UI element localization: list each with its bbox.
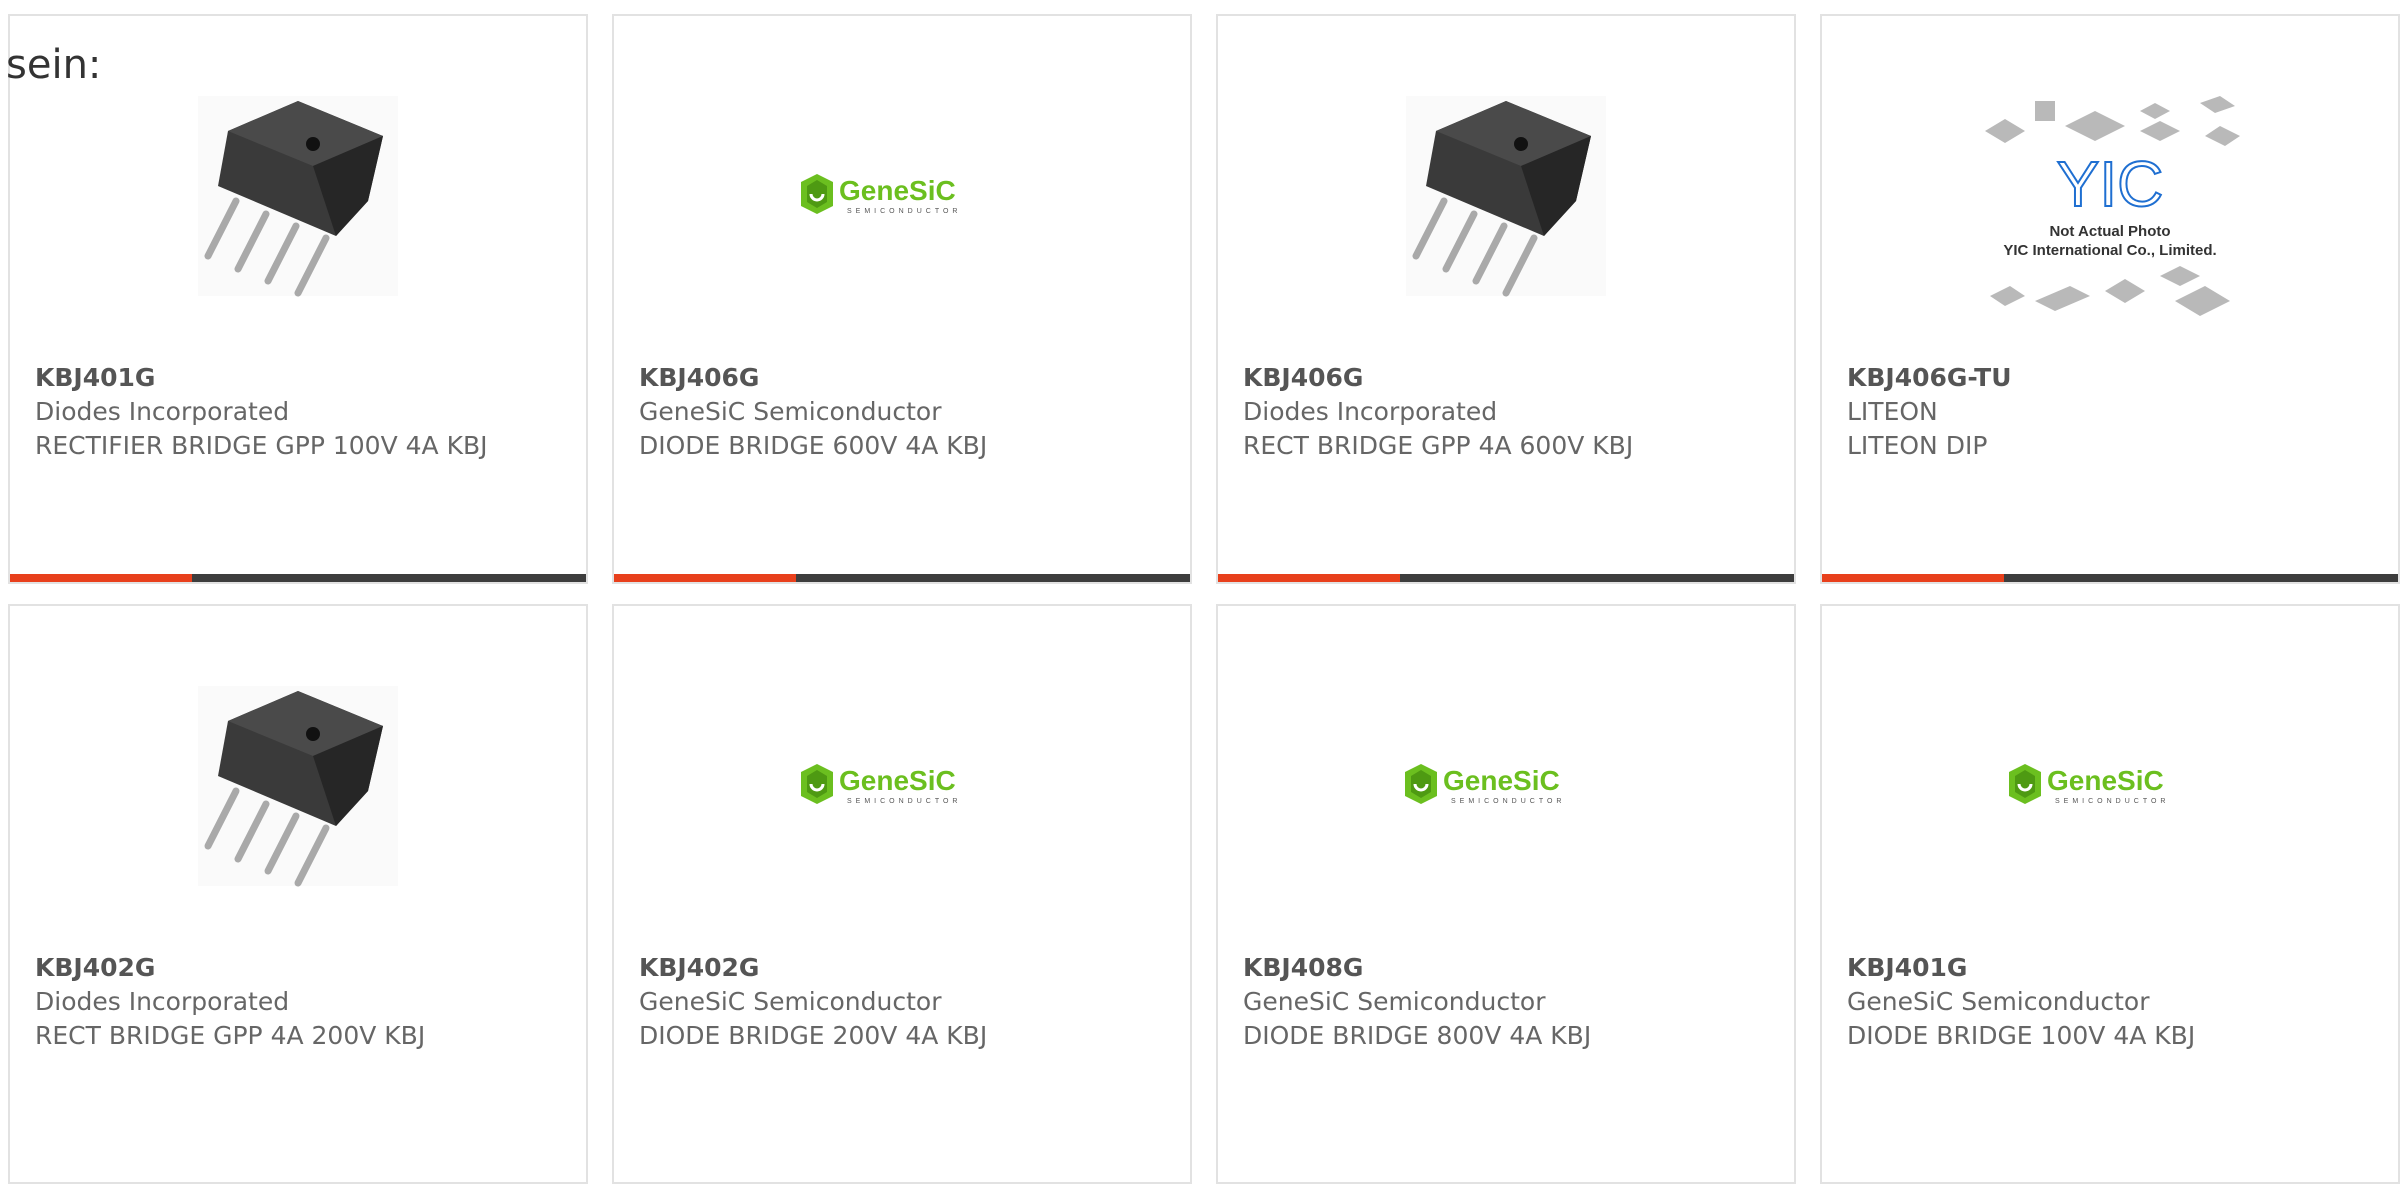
part-number[interactable]: KBJ406G-TU bbox=[1847, 361, 2368, 395]
stray-text: sein: bbox=[6, 42, 102, 88]
manufacturer: Diodes Incorporated bbox=[35, 397, 290, 426]
description: LITEON DIP bbox=[1847, 431, 1988, 460]
card-underline-accent bbox=[10, 574, 192, 582]
product-info: KBJ402G Diodes Incorporated RECT BRIDGE … bbox=[35, 951, 556, 1053]
card-underline-accent bbox=[1822, 574, 2004, 582]
svg-text:GeneSiC: GeneSiC bbox=[839, 175, 956, 206]
description: DIODE BRIDGE 200V 4A KBJ bbox=[639, 1021, 988, 1050]
card-underline bbox=[1218, 574, 1794, 582]
svg-text:SEMICONDUCTOR: SEMICONDUCTOR bbox=[2055, 798, 2169, 805]
description: DIODE BRIDGE 600V 4A KBJ bbox=[639, 431, 988, 460]
product-info: KBJ406G GeneSiC Semiconductor DIODE BRID… bbox=[639, 361, 1160, 463]
product-card[interactable]: KBJ402G Diodes Incorporated RECT BRIDGE … bbox=[8, 604, 588, 1184]
manufacturer: GeneSiC Semiconductor bbox=[1243, 987, 1546, 1016]
product-card[interactable]: GeneSiC SEMICONDUCTOR KBJ401G GeneSiC Se… bbox=[1820, 604, 2400, 1184]
kbj-package-icon bbox=[198, 686, 398, 887]
product-info: KBJ401G Diodes Incorporated RECTIFIER BR… bbox=[35, 361, 556, 463]
part-number[interactable]: KBJ406G bbox=[1243, 361, 1764, 395]
kbj-package-icon bbox=[198, 96, 398, 297]
product-image: GeneSiC SEMICONDUCTOR bbox=[614, 666, 1190, 906]
svg-text:SEMICONDUCTOR: SEMICONDUCTOR bbox=[847, 798, 961, 805]
description: DIODE BRIDGE 800V 4A KBJ bbox=[1243, 1021, 1592, 1050]
product-info: KBJ401G GeneSiC Semiconductor DIODE BRID… bbox=[1847, 951, 2368, 1053]
svg-text:GeneSiC: GeneSiC bbox=[2047, 765, 2164, 796]
part-number[interactable]: KBJ401G bbox=[35, 361, 556, 395]
part-number[interactable]: KBJ402G bbox=[35, 951, 556, 985]
product-image: GeneSiC SEMICONDUCTOR bbox=[614, 76, 1190, 316]
part-number[interactable]: KBJ408G bbox=[1243, 951, 1764, 985]
product-image: YIC Not Actual Photo YIC International C… bbox=[1822, 96, 2398, 336]
svg-text:SEMICONDUCTOR: SEMICONDUCTOR bbox=[1451, 798, 1565, 805]
product-info: KBJ402G GeneSiC Semiconductor DIODE BRID… bbox=[639, 951, 1160, 1053]
description: DIODE BRIDGE 100V 4A KBJ bbox=[1847, 1021, 2196, 1050]
svg-text:Not Actual Photo: Not Actual Photo bbox=[2049, 223, 2170, 240]
product-card[interactable]: GeneSiC SEMICONDUCTOR KBJ402G GeneSiC Se… bbox=[612, 604, 1192, 1184]
product-info: KBJ406G Diodes Incorporated RECT BRIDGE … bbox=[1243, 361, 1764, 463]
part-number[interactable]: KBJ406G bbox=[639, 361, 1160, 395]
svg-text:GeneSiC: GeneSiC bbox=[839, 765, 956, 796]
manufacturer: Diodes Incorporated bbox=[35, 987, 290, 1016]
product-image: GeneSiC SEMICONDUCTOR bbox=[1822, 666, 2398, 906]
card-underline-accent bbox=[1218, 574, 1400, 582]
manufacturer: GeneSiC Semiconductor bbox=[1847, 987, 2150, 1016]
kbj-package-icon bbox=[1406, 96, 1606, 297]
manufacturer: GeneSiC Semiconductor bbox=[639, 397, 942, 426]
product-info: KBJ408G GeneSiC Semiconductor DIODE BRID… bbox=[1243, 951, 1764, 1053]
genesic-logo-icon: GeneSiC SEMICONDUCTOR bbox=[1405, 764, 1565, 805]
svg-text:SEMICONDUCTOR: SEMICONDUCTOR bbox=[847, 208, 961, 215]
manufacturer: LITEON bbox=[1847, 397, 1938, 426]
product-card[interactable]: GeneSiC SEMICONDUCTOR KBJ408G GeneSiC Se… bbox=[1216, 604, 1796, 1184]
product-card[interactable]: KBJ401G Diodes Incorporated RECTIFIER BR… bbox=[8, 14, 588, 584]
description: RECT BRIDGE GPP 4A 200V KBJ bbox=[35, 1021, 426, 1050]
description: RECT BRIDGE GPP 4A 600V KBJ bbox=[1243, 431, 1634, 460]
product-image: GeneSiC SEMICONDUCTOR bbox=[1218, 666, 1794, 906]
product-image bbox=[10, 76, 586, 316]
product-card[interactable]: KBJ406G Diodes Incorporated RECT BRIDGE … bbox=[1216, 14, 1796, 584]
card-underline bbox=[1822, 574, 2398, 582]
genesic-logo-icon: GeneSiC SEMICONDUCTOR bbox=[801, 174, 961, 215]
part-number[interactable]: KBJ401G bbox=[1847, 951, 2368, 985]
description: RECTIFIER BRIDGE GPP 100V 4A KBJ bbox=[35, 431, 488, 460]
yic-placeholder-icon: YIC Not Actual Photo YIC International C… bbox=[1985, 96, 2240, 316]
card-underline bbox=[614, 574, 1190, 582]
manufacturer: GeneSiC Semiconductor bbox=[639, 987, 942, 1016]
product-card[interactable]: GeneSiC SEMICONDUCTOR KBJ406G GeneSiC Se… bbox=[612, 14, 1192, 584]
svg-text:GeneSiC: GeneSiC bbox=[1443, 765, 1560, 796]
genesic-logo-icon: GeneSiC SEMICONDUCTOR bbox=[801, 764, 961, 805]
product-image bbox=[10, 666, 586, 906]
product-info: KBJ406G-TU LITEON LITEON DIP bbox=[1847, 361, 2368, 463]
svg-text:YIC: YIC bbox=[2057, 148, 2164, 220]
svg-text:YIC International Co., Limited: YIC International Co., Limited. bbox=[2003, 242, 2216, 259]
product-grid: KBJ401G Diodes Incorporated RECTIFIER BR… bbox=[0, 0, 2400, 1184]
product-card[interactable]: YIC Not Actual Photo YIC International C… bbox=[1820, 14, 2400, 584]
part-number[interactable]: KBJ402G bbox=[639, 951, 1160, 985]
card-underline bbox=[10, 574, 586, 582]
manufacturer: Diodes Incorporated bbox=[1243, 397, 1498, 426]
card-underline-accent bbox=[614, 574, 796, 582]
product-image bbox=[1218, 76, 1794, 316]
genesic-logo-icon: GeneSiC SEMICONDUCTOR bbox=[2009, 764, 2169, 805]
